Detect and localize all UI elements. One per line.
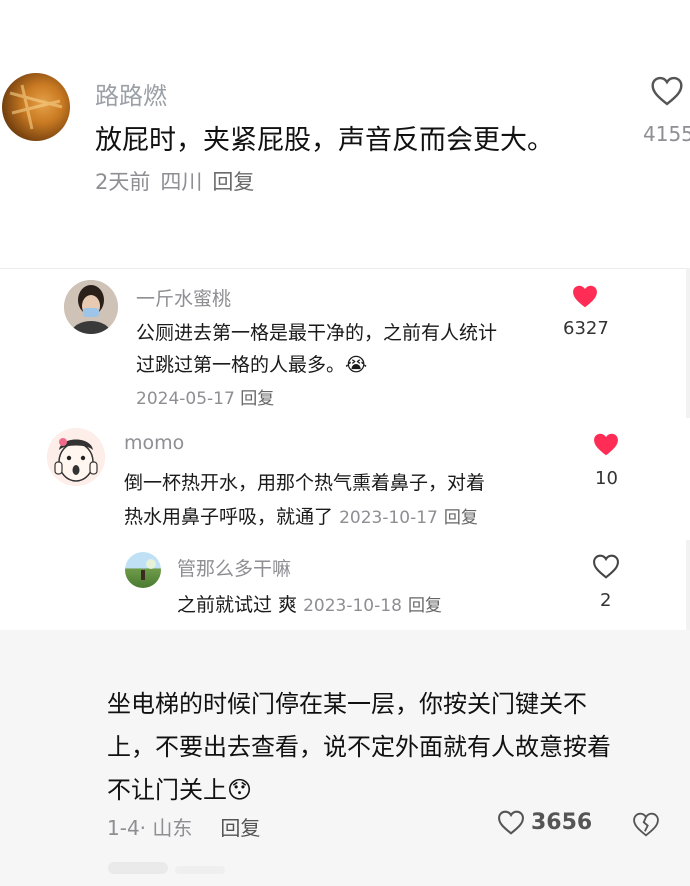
reply-button[interactable]: 回复 — [220, 816, 260, 840]
divider — [686, 540, 690, 630]
like-count: 6327 — [563, 318, 609, 339]
like-count: 3656 — [531, 810, 593, 835]
heart-icon[interactable] — [650, 76, 684, 110]
heart-icon[interactable] — [592, 554, 620, 583]
comment-location: 山东 — [152, 816, 193, 840]
comment-date: 2023-10-17 — [339, 508, 438, 528]
comment-meta: 2024-05-17 回复 — [136, 384, 274, 409]
comment-location: 四川 — [160, 170, 203, 194]
comment-text-line: 不让门关上 — [107, 776, 227, 804]
comment-text: 过跳过第一格的人最多。😭 — [136, 350, 367, 377]
comment-text-line: 之前就试过 爽 — [177, 594, 298, 616]
comment-text: 公厕进去第一格是最干净的，之前有人统计 — [136, 322, 498, 344]
reply-button[interactable]: 回复 — [408, 596, 442, 616]
comment-meta: 2天前 四川 回复 — [95, 166, 264, 196]
comment-author[interactable]: 路路燃 — [95, 76, 167, 111]
comment-author[interactable]: 一斤水蜜桃 — [136, 284, 231, 311]
comment-meta: 1-4· 山东 回复 — [107, 816, 261, 840]
like-count: 4155 — [643, 122, 690, 146]
like-count: 10 — [595, 468, 618, 489]
comment-text: 上，不要出去查看，说不定外面就有人故意按着 — [107, 733, 611, 761]
comment-text: 不让门关上😯 — [107, 770, 252, 805]
comment-text: 放屁时，夹紧屁股，声音反而会更大。 — [95, 125, 554, 156]
comment-date: 1-4 — [107, 816, 140, 840]
surprised-emoji-icon: 😯 — [227, 776, 253, 804]
dislike-icon[interactable] — [632, 812, 660, 841]
reply-button[interactable]: 回复 — [444, 508, 478, 528]
blurred-content — [108, 862, 168, 874]
heart-filled-icon[interactable] — [592, 432, 620, 461]
crying-emoji-icon: 😭 — [345, 354, 368, 376]
reply-button[interactable]: 回复 — [240, 389, 274, 409]
avatar[interactable] — [64, 280, 118, 334]
like-button[interactable]: 3656 — [497, 810, 592, 835]
blurred-content — [175, 866, 225, 874]
comment-author[interactable]: 管那么多干嘛 — [177, 554, 291, 581]
avatar[interactable] — [47, 428, 105, 486]
like-count: 2 — [600, 590, 612, 611]
avatar[interactable] — [125, 552, 161, 588]
reply-button[interactable]: 回复 — [212, 170, 254, 194]
heart-icon — [498, 810, 524, 835]
comment-text-line: 过跳过第一格的人最多。 — [136, 354, 346, 376]
comment-text: 热水用鼻子呼吸，就通了 2023-10-17 回复 — [124, 502, 478, 529]
divider — [686, 268, 690, 418]
comment-text: 倒一杯热开水，用那个热气熏着鼻子，对着 — [124, 472, 486, 494]
heart-filled-icon[interactable] — [571, 284, 599, 313]
avatar[interactable] — [2, 73, 70, 141]
comment-text: 之前就试过 爽 2023-10-18 回复 — [177, 590, 442, 617]
comment-text-line: 热水用鼻子呼吸，就通了 — [124, 506, 334, 528]
comment-date: 2023-10-18 — [303, 596, 402, 616]
comment-author[interactable]: momo — [124, 432, 184, 454]
comment-date: 2024-05-17 — [136, 389, 235, 409]
comment-time: 2天前 — [95, 170, 151, 194]
comment-text: 坐电梯的时候门停在某一层，你按关门键关不 — [107, 690, 587, 718]
